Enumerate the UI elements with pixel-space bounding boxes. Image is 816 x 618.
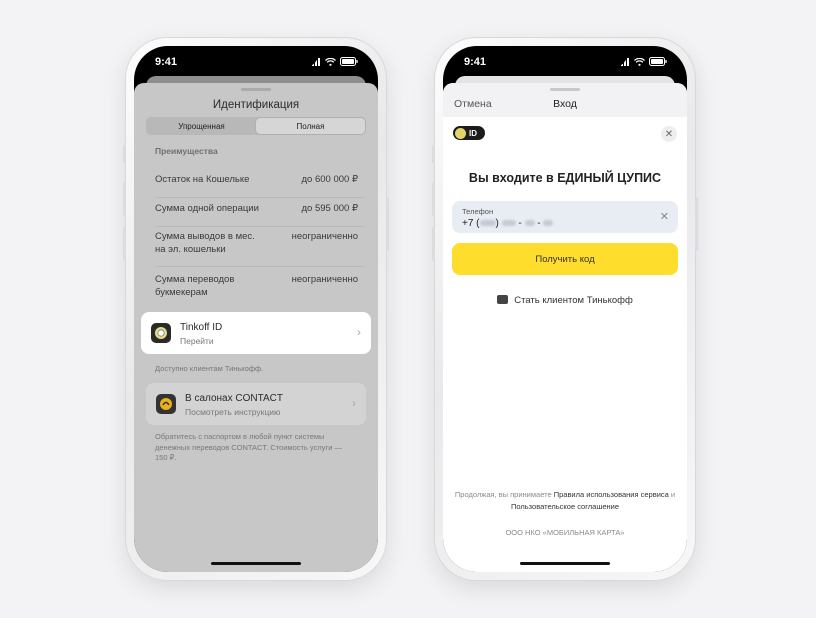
mute-switch bbox=[123, 145, 126, 163]
wifi-icon bbox=[325, 57, 336, 66]
contact-subtitle: Посмотреть инструкцию bbox=[185, 407, 281, 417]
chevron-right-icon: › bbox=[357, 325, 361, 339]
segment-simplified[interactable]: Упрощенная bbox=[147, 118, 256, 134]
section-header: Преимущества bbox=[155, 146, 218, 156]
badge-text: ID bbox=[469, 128, 477, 138]
status-time: 9:41 bbox=[155, 56, 178, 68]
contact-title: В салонах CONTACT bbox=[185, 393, 283, 404]
row-label: Сумма выводов в мес. на эл. кошельки bbox=[155, 231, 255, 255]
clear-icon[interactable]: ✕ bbox=[660, 210, 669, 223]
phone-input-value: +7 () - - bbox=[462, 218, 554, 229]
card-icon bbox=[497, 295, 509, 304]
tinkoff-note: Доступно клиентам Тинькофф. bbox=[155, 364, 264, 373]
contact-note: Обратитесь с паспортом в любой пункт сис… bbox=[155, 432, 342, 462]
battery-icon bbox=[649, 57, 667, 66]
terms-link-rules[interactable]: Правила использования сервиса bbox=[554, 490, 669, 499]
row-label: Сумма переводов букмекерам bbox=[155, 274, 235, 298]
phone-input-label: Телефон bbox=[462, 207, 494, 216]
sheet-grabber[interactable] bbox=[550, 88, 580, 91]
chevron-right-icon: › bbox=[352, 396, 356, 410]
wifi-icon bbox=[634, 57, 645, 66]
contact-card[interactable]: В салонах CONTACT Посмотреть инструкцию … bbox=[146, 383, 366, 425]
close-button[interactable]: ✕ bbox=[661, 126, 677, 142]
power-button bbox=[695, 197, 698, 251]
row-value: до 595 000 ₽ bbox=[301, 203, 359, 214]
notch bbox=[193, 46, 319, 68]
close-icon: ✕ bbox=[664, 128, 674, 140]
row-value: до 600 000 ₽ bbox=[301, 174, 359, 185]
sheet-title: Идентификация bbox=[212, 99, 300, 111]
notch bbox=[502, 46, 628, 68]
get-code-button[interactable]: Получить код bbox=[452, 243, 678, 275]
phone-input[interactable]: Телефон +7 () - - ✕ bbox=[452, 201, 678, 233]
power-button bbox=[386, 197, 389, 251]
sheet-grabber[interactable] bbox=[241, 88, 271, 91]
tinkoff-emblem-icon bbox=[455, 127, 466, 139]
nav-title: Вход bbox=[553, 98, 577, 110]
become-client-link[interactable]: Стать клиентом Тинькофф bbox=[443, 295, 687, 306]
limit-row-bookmakers: Сумма переводов букмекерам неограниченно bbox=[155, 273, 364, 308]
tinkoff-emblem-icon bbox=[151, 323, 171, 343]
row-label: Остаток на Кошельке bbox=[155, 174, 250, 185]
login-sheet: Отмена Вход ID ✕ Вы входите в ЕДИНЫЙ ЦУП… bbox=[443, 83, 687, 572]
mute-switch bbox=[432, 145, 435, 163]
volume-down-button bbox=[123, 227, 126, 261]
screen-left: 9:41 Идентификация Упрощенная Полная Пре… bbox=[134, 46, 378, 572]
row-value: неограниченно bbox=[291, 231, 358, 242]
home-indicator[interactable] bbox=[211, 562, 301, 565]
tinkoff-id-title: Tinkoff ID bbox=[180, 322, 223, 333]
tinkoff-id-subtitle: Перейти bbox=[180, 336, 214, 346]
volume-up-button bbox=[432, 182, 435, 216]
volume-up-button bbox=[123, 182, 126, 216]
battery-icon bbox=[340, 57, 358, 66]
phone-left: 9:41 Идентификация Упрощенная Полная Пре… bbox=[123, 37, 389, 581]
row-value: неограниченно bbox=[291, 274, 358, 285]
identification-sheet: Идентификация Упрощенная Полная Преимуще… bbox=[134, 83, 378, 572]
terms-text: Продолжая, вы принимаете Правила использ… bbox=[454, 490, 676, 511]
nav-bar: Отмена Вход bbox=[443, 83, 687, 117]
limit-row-balance: Остаток на Кошельке до 600 000 ₽ bbox=[155, 173, 364, 198]
volume-down-button bbox=[432, 227, 435, 261]
identification-segmented-control: Упрощенная Полная bbox=[146, 117, 366, 135]
phone-right: 9:41 Отмена Вход ID ✕ Вы входите в ЕДИНЫ… bbox=[432, 37, 698, 581]
login-heading: Вы входите в ЕДИНЫЙ ЦУПИС bbox=[468, 171, 662, 185]
row-label: Сумма одной операции bbox=[155, 203, 259, 214]
segment-full[interactable]: Полная bbox=[256, 118, 365, 134]
tinkoff-id-card[interactable]: Tinkoff ID Перейти › bbox=[141, 312, 371, 354]
organization-name: ООО НКО «МОБИЛЬНАЯ КАРТА» bbox=[505, 528, 625, 537]
tinkoff-id-badge: ID bbox=[453, 126, 485, 140]
status-time: 9:41 bbox=[464, 56, 487, 68]
home-indicator[interactable] bbox=[520, 562, 610, 565]
limit-row-withdrawals: Сумма выводов в мес. на эл. кошельки неог… bbox=[155, 230, 364, 267]
terms-link-agreement[interactable]: Пользовательское соглашение bbox=[511, 502, 619, 511]
limit-row-operation: Сумма одной операции до 595 000 ₽ bbox=[155, 202, 364, 227]
screen-right: 9:41 Отмена Вход ID ✕ Вы входите в ЕДИНЫ… bbox=[443, 46, 687, 572]
contact-logo-icon bbox=[156, 394, 176, 414]
